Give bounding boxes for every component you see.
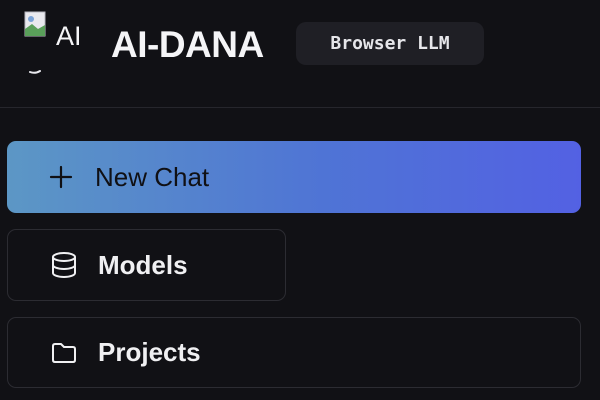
logo-alt-text: AI — [56, 21, 82, 51]
broken-image-icon — [24, 11, 46, 37]
database-icon — [52, 252, 76, 279]
models-button[interactable]: Models — [7, 229, 286, 301]
folder-icon — [52, 342, 76, 363]
projects-button[interactable]: Projects — [7, 317, 581, 388]
plus-icon — [49, 165, 73, 189]
browser-llm-badge: Browser LLM — [296, 22, 484, 65]
logo[interactable]: AI — [24, 11, 88, 75]
app-title: AI-DANA — [111, 24, 264, 65]
models-label: Models — [98, 249, 188, 280]
new-chat-button[interactable]: New Chat — [7, 141, 581, 213]
logo-underline-icon — [29, 70, 41, 74]
new-chat-label: New Chat — [95, 161, 210, 192]
app-header: AI AI-DANA Browser LLM — [0, 0, 600, 108]
projects-label: Projects — [98, 337, 201, 367]
